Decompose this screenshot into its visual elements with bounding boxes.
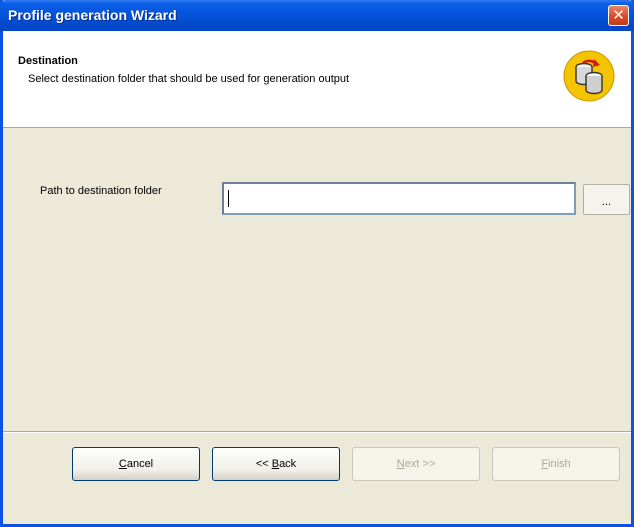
page-title: Destination [18,55,78,67]
back-label-rest: ack [279,458,297,470]
finish-button[interactable]: Finish [492,447,620,481]
back-button[interactable]: << Back [212,447,340,481]
page-subtitle: Select destination folder that should be… [28,73,350,85]
close-icon: ✕ [612,7,625,24]
cancel-accesskey: C [118,458,127,470]
footer-separator [3,431,631,433]
window-title: Profile generation Wizard [8,7,177,23]
finish-label-rest: inish [548,458,571,470]
browse-button[interactable]: ... [583,184,630,215]
back-prefix: << [255,458,272,470]
cancel-label-rest: ancel [126,458,154,470]
path-label: Path to destination folder [40,185,162,197]
title-bar[interactable]: Profile generation Wizard ✕ [0,0,634,31]
back-accesskey: B [271,458,280,470]
next-label-rest: ext >> [404,458,436,470]
next-button[interactable]: Next >> [352,447,480,481]
close-button[interactable]: ✕ [608,5,629,26]
text-caret [228,190,229,207]
destination-path-input[interactable] [222,182,576,215]
database-refresh-icon [563,50,615,102]
wizard-header: Destination Select destination folder th… [3,31,631,128]
next-accesskey: N [396,458,405,470]
wizard-window: Profile generation Wizard ✕ Destination … [0,0,634,527]
cancel-button[interactable]: Cancel [72,447,200,481]
